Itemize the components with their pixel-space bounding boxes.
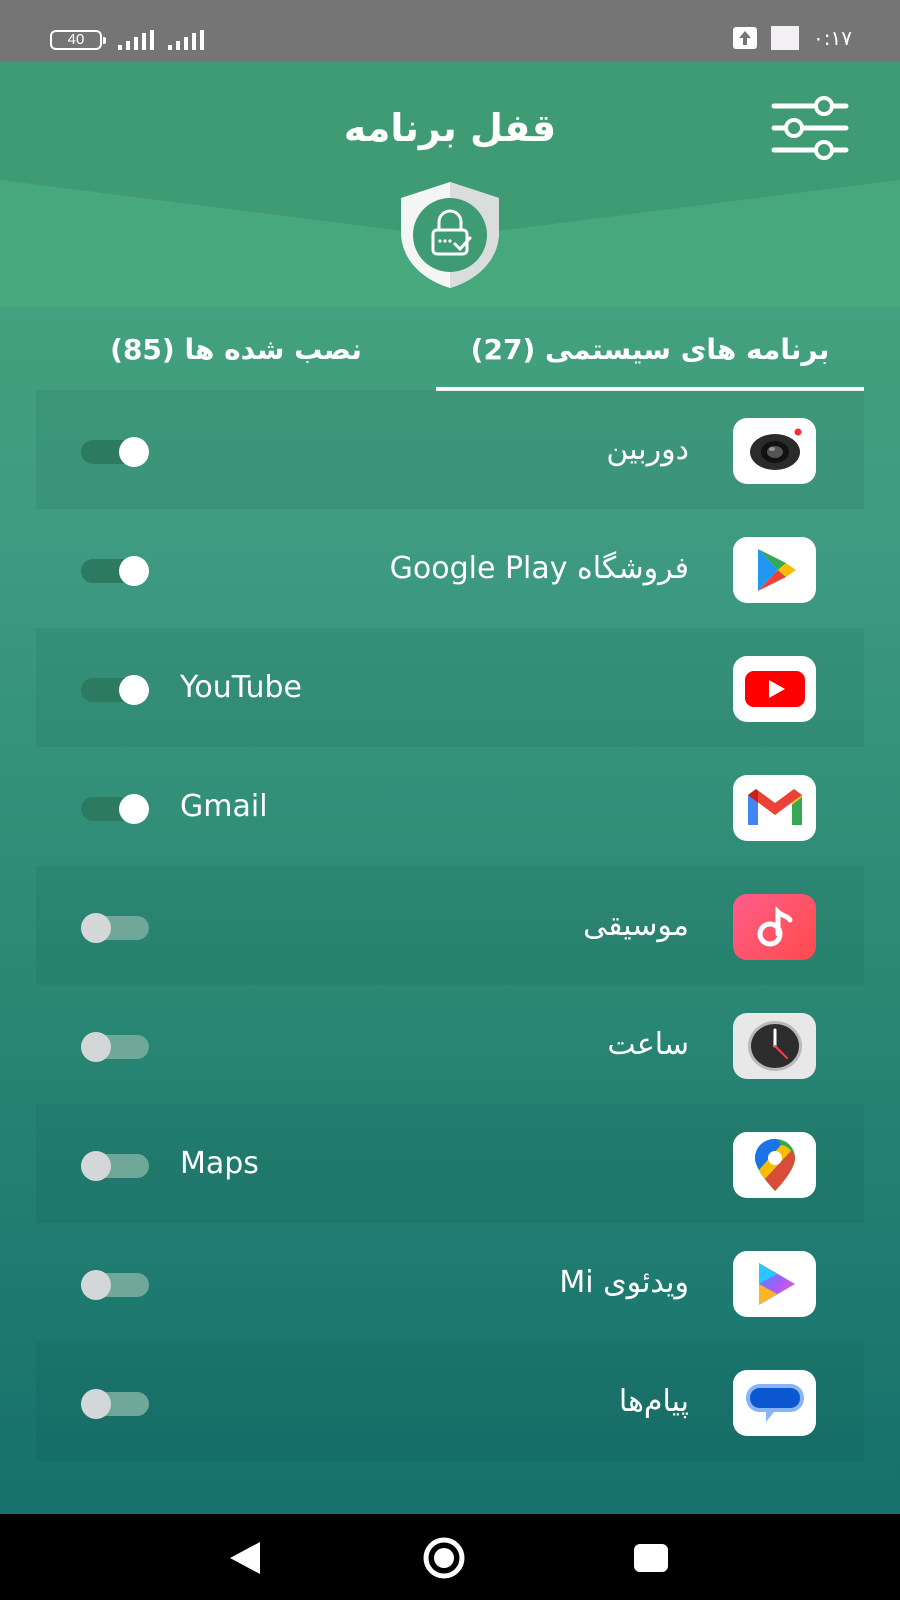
mi-video-icon xyxy=(733,1251,816,1317)
list-item[interactable]: ویدئوی Mi xyxy=(36,1223,864,1342)
lock-toggle[interactable] xyxy=(81,675,149,705)
back-icon[interactable] xyxy=(224,1536,268,1580)
gmail-icon xyxy=(733,775,816,841)
tab-installed-apps[interactable]: نصب شده ها (85) xyxy=(36,307,436,392)
status-bar: 40 ۰:۱۷ xyxy=(0,0,900,62)
messages-icon xyxy=(733,1370,816,1436)
tab-system-apps[interactable]: برنامه های سیستمی (27) xyxy=(436,307,864,392)
lock-toggle[interactable] xyxy=(81,913,149,943)
app-name: موسیقی xyxy=(583,908,689,943)
youtube-icon xyxy=(733,656,816,722)
recents-icon[interactable] xyxy=(630,1536,674,1580)
clock-icon xyxy=(733,1013,816,1079)
lock-toggle[interactable] xyxy=(81,1032,149,1062)
google-play-icon xyxy=(733,537,816,603)
music-icon xyxy=(733,894,816,960)
status-time: ۰:۱۷ xyxy=(813,26,852,50)
list-item[interactable]: Gmail xyxy=(36,747,864,866)
app-lock-screen: قفل برنامه برنامه های سیستمی (27) نصب شد… xyxy=(0,62,900,1514)
lock-toggle[interactable] xyxy=(81,556,149,586)
app-name: ویدئوی Mi xyxy=(559,1265,689,1300)
maps-icon xyxy=(733,1132,816,1198)
battery-level: 40 xyxy=(67,31,85,48)
lock-toggle[interactable] xyxy=(81,1151,149,1181)
tab-bar: برنامه های سیستمی (27) نصب شده ها (85) xyxy=(0,307,900,392)
list-item[interactable]: YouTube xyxy=(36,628,864,747)
camera-icon xyxy=(733,418,816,484)
lock-toggle[interactable] xyxy=(81,1270,149,1300)
list-item[interactable]: فروشگاه Google Play xyxy=(36,509,864,628)
list-item[interactable]: موسیقی xyxy=(36,866,864,985)
list-item[interactable]: ساعت xyxy=(36,985,864,1104)
lock-toggle[interactable] xyxy=(81,794,149,824)
page-title: قفل برنامه xyxy=(343,106,557,150)
battery-indicator: 40 xyxy=(50,30,106,50)
upload-icon xyxy=(733,27,758,49)
list-item[interactable]: دوربین xyxy=(36,390,864,509)
list-item[interactable]: Maps xyxy=(36,1104,864,1223)
list-item[interactable]: پیام‌ها xyxy=(36,1342,864,1461)
lock-toggle[interactable] xyxy=(81,1389,149,1419)
sliders-icon[interactable] xyxy=(770,96,850,160)
lock-toggle[interactable] xyxy=(81,437,149,467)
shield-lock-icon xyxy=(401,182,499,288)
home-icon[interactable] xyxy=(422,1536,466,1580)
app-name: ساعت xyxy=(607,1027,689,1062)
signal-strength-icon xyxy=(118,30,154,50)
app-name: Gmail xyxy=(180,789,268,824)
notification-square-icon xyxy=(771,26,800,50)
app-name: پیام‌ها xyxy=(618,1384,689,1419)
app-name: YouTube xyxy=(180,670,302,705)
signal-strength-icon xyxy=(168,30,204,50)
app-name: فروشگاه Google Play xyxy=(389,551,689,586)
app-name: دوربین xyxy=(606,432,689,467)
navigation-bar xyxy=(0,1514,900,1600)
app-name: Maps xyxy=(180,1146,259,1181)
app-list: دوربین فروشگاه Google Play YouTube Gmail… xyxy=(36,390,864,1514)
